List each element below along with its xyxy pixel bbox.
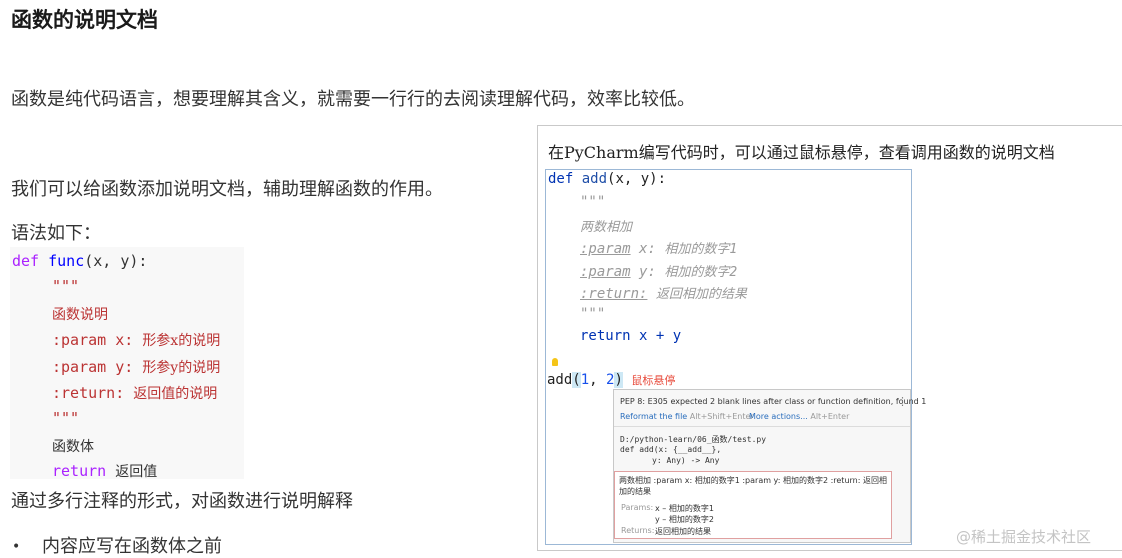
docstring-desc: 函数说明	[52, 307, 108, 323]
call-separator: ,	[589, 372, 607, 388]
return-desc: 返回值的说明	[133, 386, 218, 402]
call-paren-open: (	[572, 372, 581, 388]
signature-line-1: def add(x: {__add__},	[620, 445, 722, 454]
param-x-name: x:	[639, 241, 656, 257]
func-name: add	[581, 171, 608, 187]
return-statement: return x + y	[580, 328, 682, 344]
return-value: 返回值	[115, 464, 158, 480]
editor-docstring-close: """	[580, 306, 606, 322]
func-name: func	[48, 252, 85, 270]
func-signature: (x, y):	[607, 171, 667, 187]
param-x-desc: 相加的数字1	[664, 242, 738, 257]
params-label: Params:	[621, 503, 654, 512]
param-x-tag: :param x:	[52, 331, 134, 349]
return-tag: :return:	[580, 286, 648, 302]
docstring-param-x: :param x: 形参x的说明	[52, 330, 220, 350]
quick-fix-row: Reformat the file Alt+Shift+Enter	[620, 412, 754, 421]
doc-summary: 两数相加 :param x: 相加的数字1 :param y: 相加的数字2 :…	[619, 476, 887, 496]
pep8-warning: PEP 8: E305 expected 2 blank lines after…	[620, 397, 927, 406]
def-keyword: def	[12, 252, 40, 270]
returns-label: Returns:	[621, 526, 655, 535]
docstring-paragraph: 我们可以给函数添加说明文档，辅助理解函数的作用。	[11, 179, 443, 200]
watermark: @稀土掘金技术社区	[956, 528, 1092, 546]
reformat-shortcut: Alt+Shift+Enter	[689, 412, 754, 421]
editor-call-line[interactable]: add(1, 2) 鼠标悬停	[547, 372, 675, 388]
docstring-close: """	[52, 409, 80, 427]
lightbulb-icon[interactable]	[552, 358, 558, 366]
return-line: return 返回值	[52, 461, 157, 481]
docstring-return: :return: 返回值的说明	[52, 383, 217, 403]
editor-doc-param-y: :param y: 相加的数字2	[580, 261, 737, 280]
param-x-tag: :param	[580, 241, 631, 257]
param-y-desc: 形参y的说明	[142, 360, 221, 376]
returns-value: 返回相加的结果	[655, 527, 711, 536]
docstring-param-y: :param y: 形参y的说明	[52, 357, 220, 377]
code-line-def: def func(x, y):	[12, 252, 147, 270]
param-y-item: y – 相加的数字2	[655, 515, 714, 524]
func-body: 函数体	[52, 439, 94, 455]
param-y-desc: 相加的数字2	[664, 265, 738, 280]
more-actions-shortcut: Alt+Enter	[810, 412, 850, 421]
file-path: D:/python-learn/06_函数/test.py	[620, 435, 767, 444]
call-paren-close: )	[614, 372, 623, 388]
editor-return-line: return x + y	[580, 328, 681, 344]
hover-annotation: 鼠标悬停	[631, 374, 676, 387]
intro-paragraph: 函数是纯代码语言，想要理解其含义，就需要一行行的去阅读理解代码，效率比较低。	[11, 89, 695, 110]
call-arg-1: 1	[580, 372, 590, 388]
syntax-code-block: def func(x, y): """ 函数说明 :param x: 形参x的说…	[10, 247, 244, 481]
editor-doc-desc: 两数相加	[580, 220, 633, 235]
panel-caption: 在PyCharm编写代码时，可以通过鼠标悬停，查看调用函数的说明文档	[548, 143, 1055, 162]
call-name[interactable]: add	[547, 372, 572, 388]
divider	[614, 426, 910, 427]
signature-line-2: y: Any) -> Any	[652, 456, 720, 465]
page-title: 函数的说明文档	[11, 7, 158, 32]
docstring-open: """	[52, 277, 80, 295]
editor-doc-param-x: :param x: 相加的数字1	[580, 238, 737, 257]
syntax-label: 语法如下：	[11, 223, 101, 244]
param-x-desc: 形参x的说明	[142, 333, 221, 349]
editor-doc-return: :return: 返回相加的结果	[580, 283, 747, 302]
bullet-dot: •	[12, 539, 21, 555]
return-keyword: return	[52, 462, 107, 480]
docstring-render-box: 两数相加 :param x: 相加的数字1 :param y: 相加的数字2 :…	[614, 471, 892, 539]
param-y-tag: :param y:	[52, 358, 134, 376]
func-signature: (x, y):	[84, 252, 148, 270]
more-actions-row: More actions... Alt+Enter	[749, 412, 849, 421]
reformat-link[interactable]: Reformat the file	[620, 412, 687, 421]
editor-docstring-open: """	[580, 194, 606, 210]
more-menu-icon[interactable]: ⋮	[897, 395, 908, 408]
param-y-name: y:	[639, 264, 656, 280]
return-tag: :return:	[52, 384, 125, 402]
return-desc: 返回相加的结果	[655, 287, 747, 302]
def-keyword: def	[548, 171, 574, 187]
param-y-tag: :param	[580, 264, 631, 280]
param-x-item: x – 相加的数字1	[655, 504, 714, 513]
explanation-paragraph: 通过多行注释的形式，对函数进行说明解释	[11, 491, 353, 512]
editor-line-def: def add(x, y):	[548, 171, 666, 187]
more-actions-link[interactable]: More actions...	[749, 412, 808, 421]
bullet-item: 内容应写在函数体之前	[42, 536, 222, 557]
